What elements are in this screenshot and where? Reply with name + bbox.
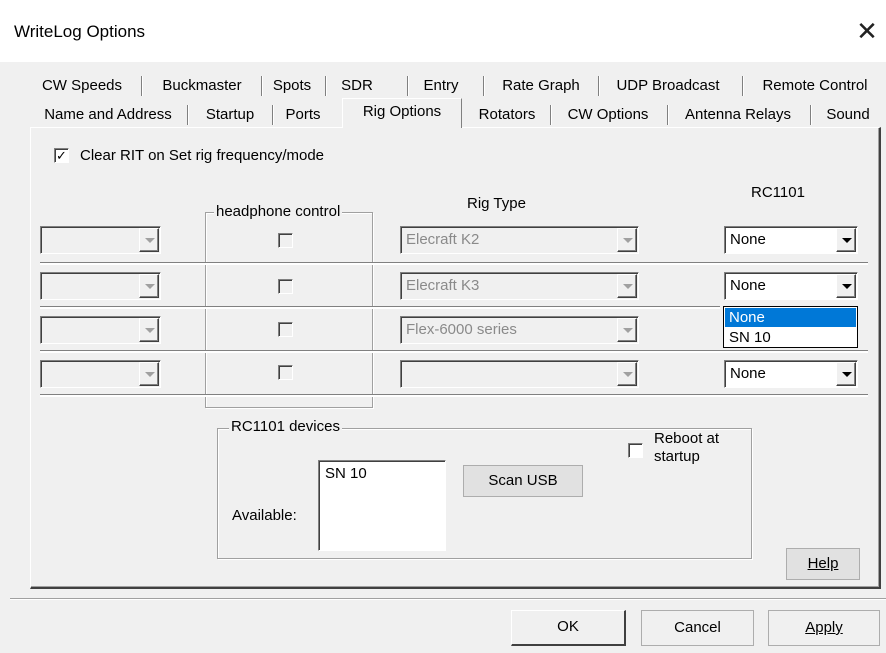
tab-entry[interactable]: Entry: [414, 73, 468, 98]
rig-type-select[interactable]: [400, 360, 639, 388]
tab-remote-control[interactable]: Remote Control: [748, 73, 882, 98]
tab-separator: [261, 76, 263, 96]
chevron-down-icon[interactable]: [139, 362, 159, 386]
tab-separator: [667, 105, 669, 125]
rc1101-select[interactable]: None: [724, 226, 858, 254]
chevron-down-icon[interactable]: [617, 318, 637, 342]
tab-sdr[interactable]: SDR: [332, 73, 382, 98]
dropdown-option-none[interactable]: None: [725, 308, 856, 327]
chevron-down-icon[interactable]: [836, 274, 856, 298]
headphone-control-title: headphone control: [214, 203, 343, 220]
ok-button[interactable]: OK: [511, 610, 626, 646]
close-icon[interactable]: ✕: [853, 14, 881, 48]
scan-usb-button[interactable]: Scan USB: [463, 465, 583, 497]
rc1101-select[interactable]: None: [724, 272, 858, 300]
tab-separator: [325, 76, 327, 96]
rig-port-select[interactable]: [40, 360, 161, 388]
rc1101-select[interactable]: None: [724, 360, 858, 388]
chevron-down-icon[interactable]: [617, 274, 637, 298]
tab-rotators[interactable]: Rotators: [467, 102, 547, 127]
tab-name-and-address[interactable]: Name and Address: [33, 102, 183, 127]
tab-rig-options[interactable]: Rig Options: [342, 98, 462, 128]
tab-spots[interactable]: Spots: [266, 73, 318, 98]
rc1101-header: RC1101: [751, 184, 805, 201]
tab-row-1: CW Speeds Buckmaster Spots SDR Entry Rat…: [30, 73, 886, 99]
tab-separator: [141, 76, 143, 96]
rig-port-select[interactable]: [40, 226, 161, 254]
rig-type-value: Flex-6000 series: [406, 321, 517, 338]
row-divider: [40, 350, 868, 353]
headphone-control-checkbox[interactable]: [278, 233, 293, 248]
tab-sound[interactable]: Sound: [816, 102, 880, 127]
help-button-label: Help: [807, 555, 839, 572]
tab-separator: [187, 105, 189, 125]
rig-port-select[interactable]: [40, 272, 161, 300]
rc1101-devices-title: RC1101 devices: [229, 418, 342, 435]
row-divider: [40, 262, 868, 265]
reboot-label-line2: startup: [654, 448, 700, 465]
tab-separator: [407, 76, 409, 96]
tab-separator: [742, 76, 744, 96]
apply-button[interactable]: Apply: [768, 610, 880, 646]
tab-separator: [810, 105, 812, 125]
tab-ports[interactable]: Ports: [278, 102, 328, 127]
window-title: WriteLog Options: [14, 22, 146, 41]
headphone-control-checkbox[interactable]: [278, 365, 293, 380]
tab-separator: [272, 105, 274, 125]
footer-separator: [10, 598, 886, 600]
reboot-label-line1: Reboot at: [654, 430, 720, 447]
available-devices-list[interactable]: SN 10: [318, 460, 446, 551]
rc1101-dropdown-list: None SN 10: [723, 306, 858, 348]
chevron-down-icon[interactable]: [836, 362, 856, 386]
help-button[interactable]: Help: [786, 548, 860, 580]
tab-separator: [598, 76, 600, 96]
tab-buckmaster[interactable]: Buckmaster: [149, 73, 255, 98]
chevron-down-icon[interactable]: [617, 228, 637, 252]
tab-row-2: Name and Address Startup Ports Rig Optio…: [30, 98, 886, 128]
apply-button-label: Apply: [805, 619, 843, 636]
chevron-down-icon[interactable]: [836, 228, 856, 252]
headphone-control-checkbox[interactable]: [278, 322, 293, 337]
rc1101-value: None: [730, 231, 766, 248]
chevron-down-icon[interactable]: [139, 274, 159, 298]
chevron-down-icon[interactable]: [139, 318, 159, 342]
row-divider: [40, 394, 868, 397]
tab-antenna-relays[interactable]: Antenna Relays: [673, 102, 803, 127]
chevron-down-icon[interactable]: [139, 228, 159, 252]
clear-rit-label: Clear RIT on Set rig frequency/mode: [80, 147, 325, 164]
clear-rit-checkbox[interactable]: ✓: [54, 148, 69, 163]
rc1101-value: None: [730, 277, 766, 294]
tab-cw-speeds[interactable]: CW Speeds: [36, 73, 128, 98]
chevron-down-icon[interactable]: [617, 362, 637, 386]
headphone-control-checkbox[interactable]: [278, 279, 293, 294]
rc1101-value: None: [730, 365, 766, 382]
tab-cw-options[interactable]: CW Options: [556, 102, 660, 127]
rig-type-select[interactable]: Elecraft K3: [400, 272, 639, 300]
available-label: Available:: [232, 507, 297, 524]
tab-startup[interactable]: Startup: [195, 102, 265, 127]
list-item[interactable]: SN 10: [325, 465, 367, 482]
rig-type-header: Rig Type: [467, 195, 526, 212]
tab-rate-graph[interactable]: Rate Graph: [488, 73, 594, 98]
rig-port-select[interactable]: [40, 316, 161, 344]
tab-separator: [483, 76, 485, 96]
rig-type-select[interactable]: Elecraft K2: [400, 226, 639, 254]
reboot-at-startup-checkbox[interactable]: [628, 443, 643, 458]
tab-udp-broadcast[interactable]: UDP Broadcast: [602, 73, 734, 98]
row-divider: [40, 306, 720, 309]
rig-type-select[interactable]: Flex-6000 series: [400, 316, 639, 344]
dropdown-option-sn10[interactable]: SN 10: [725, 328, 856, 347]
tab-separator: [550, 105, 552, 125]
rig-type-value: Elecraft K3: [406, 277, 480, 294]
cancel-button[interactable]: Cancel: [641, 610, 754, 646]
rig-type-value: Elecraft K2: [406, 231, 480, 248]
